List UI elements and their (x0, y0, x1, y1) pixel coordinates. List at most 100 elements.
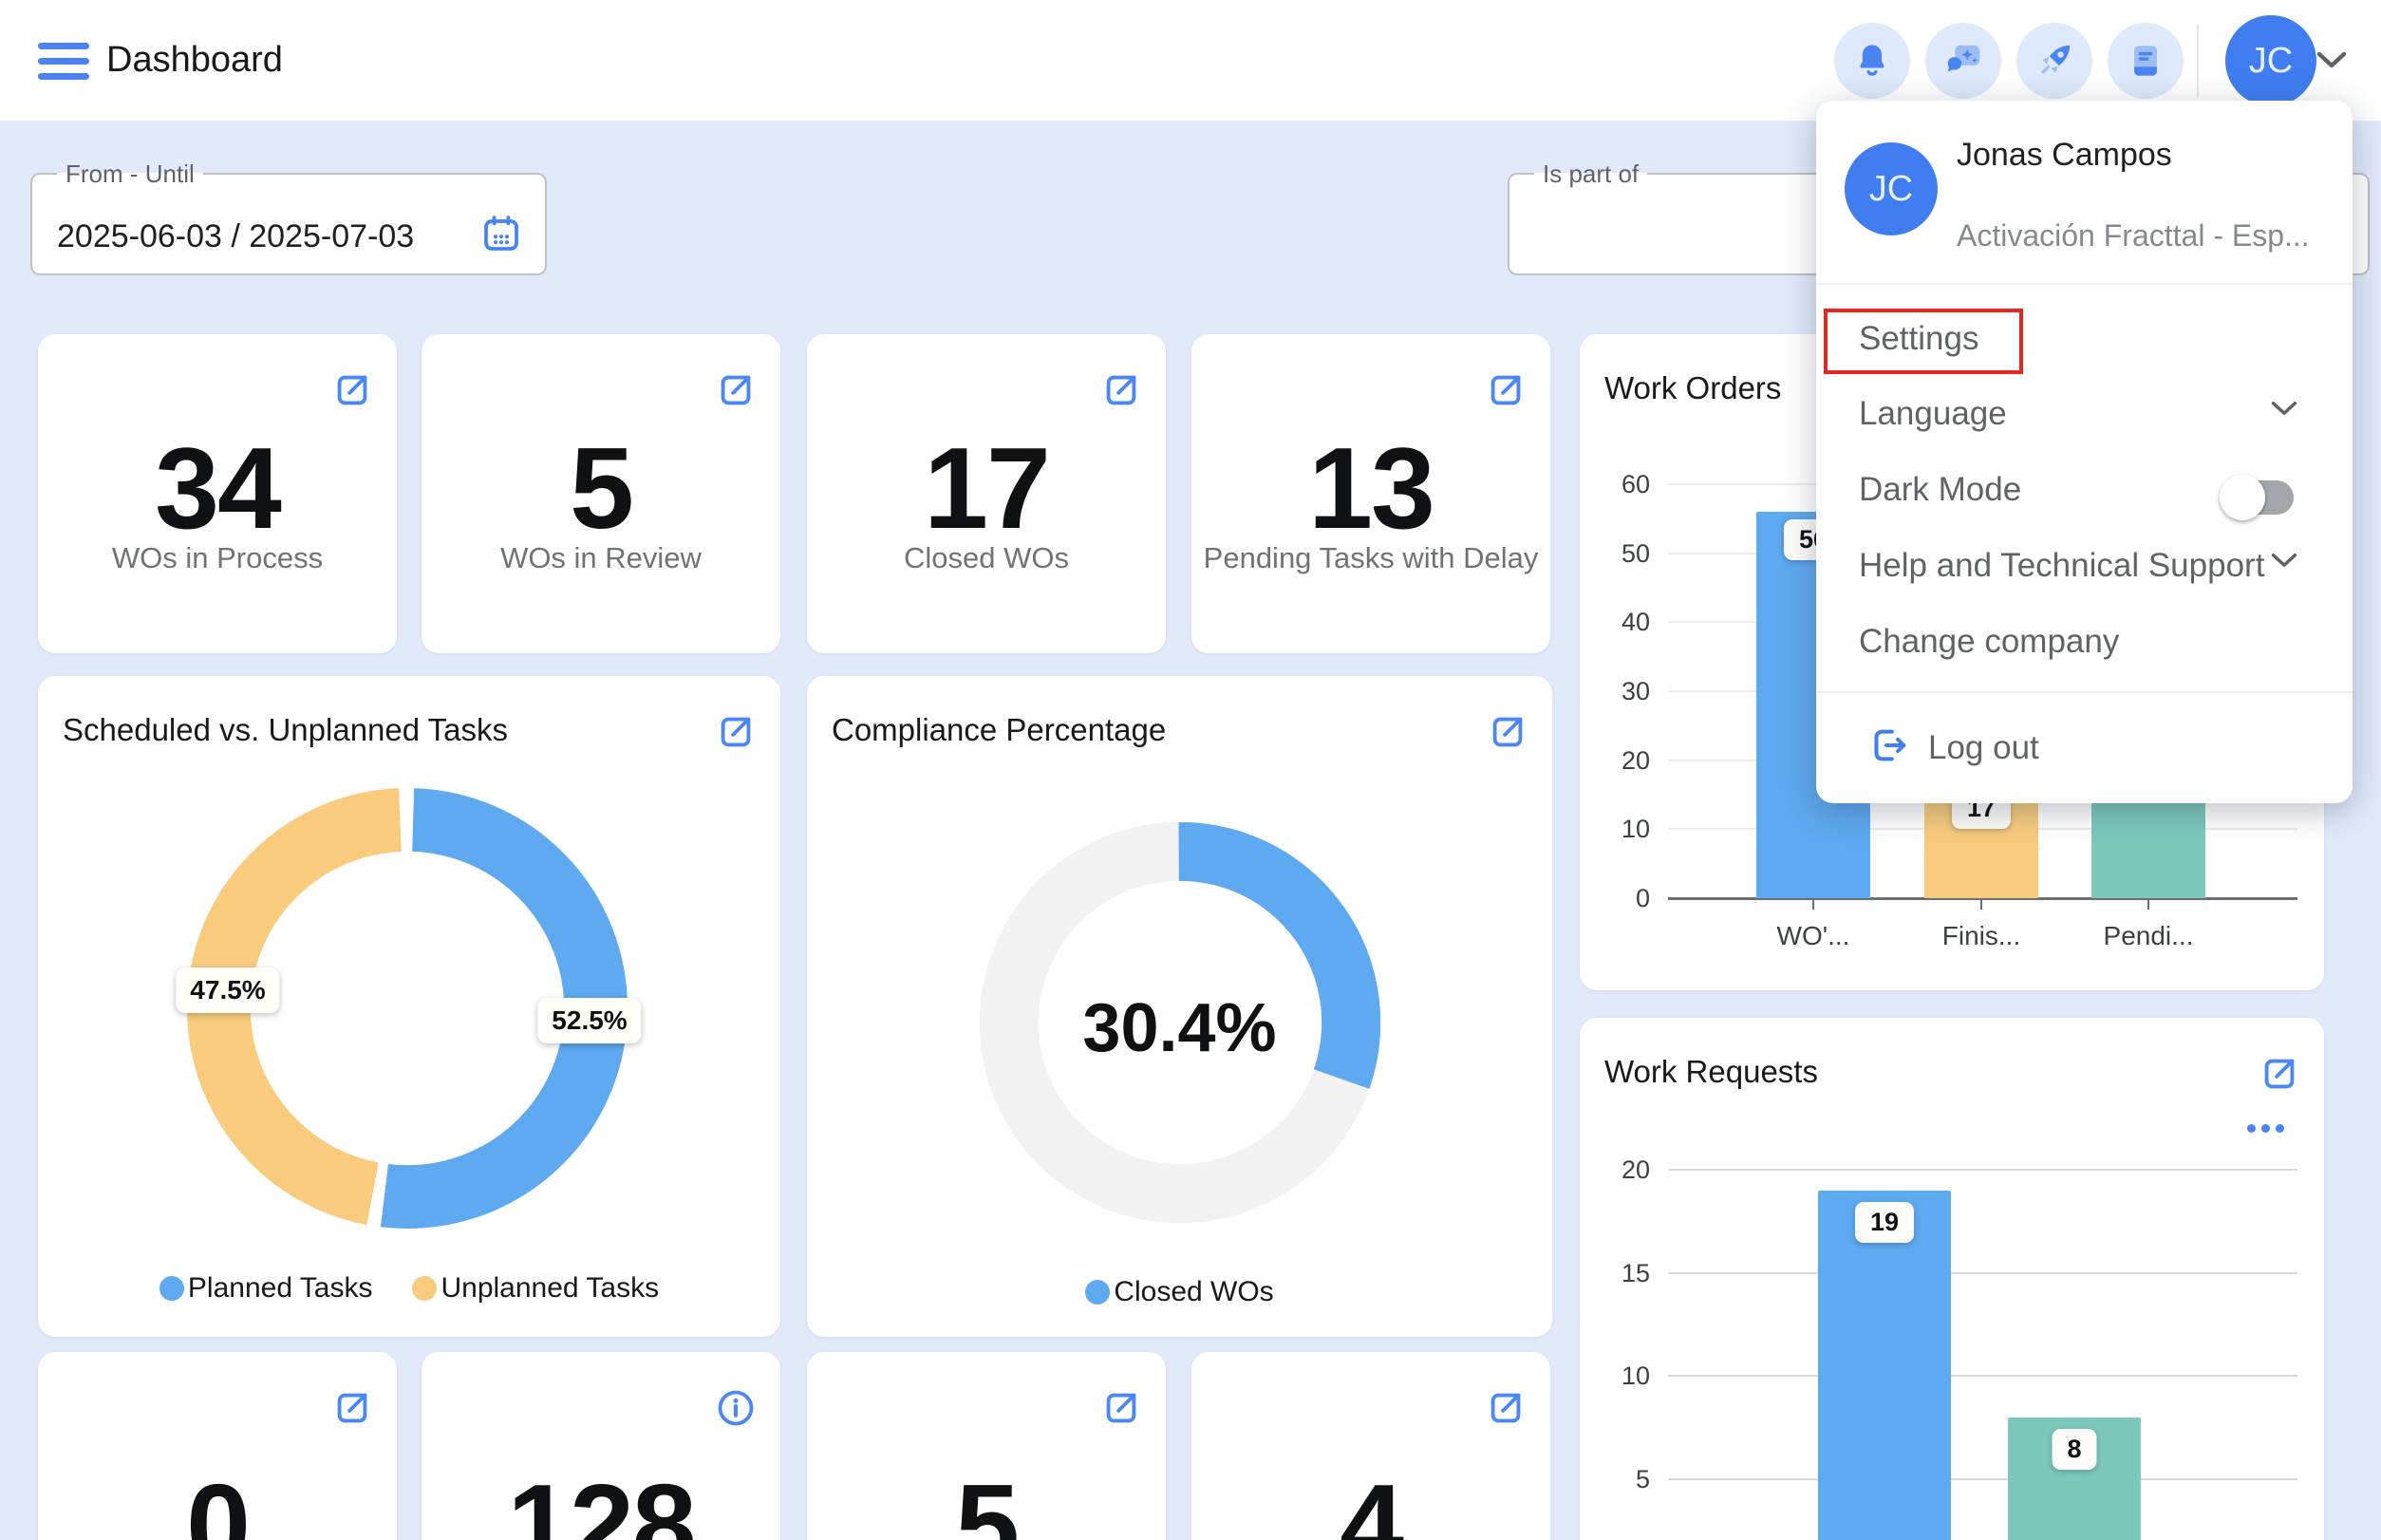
user-company: Activación Fracttal - Esp... (1957, 218, 2310, 254)
donut-value-badge: 47.5% (176, 967, 279, 1013)
kpi-card-wos-in-process[interactable]: 34 WOs in Process (38, 334, 397, 653)
menu-divider (1816, 691, 2353, 693)
kpi-card-wos-in-review[interactable]: 5 WOs in Review (422, 334, 780, 653)
info-icon[interactable] (714, 1386, 758, 1430)
gridline (1668, 1478, 2297, 1480)
external-link-icon[interactable] (1486, 710, 1529, 754)
logout-label: Log out (1928, 729, 2039, 767)
bar-value-badge: 8 (2052, 1429, 2096, 1470)
external-link-icon[interactable] (1484, 1386, 1528, 1430)
book-icon (2125, 40, 2166, 82)
kpi-card-bottom-3[interactable]: 5 (807, 1352, 1166, 1540)
gridline (1668, 1272, 2297, 1274)
menu-item-language[interactable]: Language (1816, 374, 2353, 450)
external-link-icon[interactable] (714, 368, 758, 412)
compliance-percentage-card: Compliance Percentage 30.4% Closed WOs (807, 676, 1552, 1337)
kpi-card-pending-tasks[interactable]: 13 Pending Tasks with Delay (1191, 334, 1550, 653)
kpi-card-bottom-4[interactable]: 4 (1191, 1352, 1550, 1540)
chart-title: Compliance Percentage (832, 712, 1166, 748)
y-axis-tick-label: 10 (1584, 1362, 1650, 1391)
y-axis-tick-label: 50 (1584, 539, 1650, 569)
external-link-icon[interactable] (1484, 368, 1528, 412)
x-axis-label: WO'... (1777, 921, 1850, 951)
page-title: Dashboard (106, 40, 283, 81)
ai-chat-icon (1941, 39, 1985, 83)
menu-item-logout[interactable]: Log out (1816, 708, 2353, 784)
menu-item-change-company[interactable]: Change company (1816, 602, 2353, 678)
kpi-value: 128 (422, 1458, 780, 1540)
logout-icon (1865, 723, 1909, 772)
x-axis-label: Pendi... (2104, 921, 2194, 951)
date-range-field[interactable]: From - Until 2025-06-03 / 2025-07-03 (30, 161, 547, 275)
scheduled-vs-unplanned-card: Scheduled vs. Unplanned Tasks 47.5% 52.5… (38, 676, 780, 1337)
header-divider (2197, 25, 2199, 97)
legend-item-unplanned[interactable]: Unplanned Tasks (412, 1272, 659, 1305)
external-link-icon[interactable] (330, 368, 374, 412)
kpi-label: WOs in Review (422, 541, 780, 575)
toggle-knob (2220, 475, 2265, 520)
bar-value-badge: 19 (1855, 1202, 1914, 1243)
knowledge-base-button[interactable] (2108, 23, 2184, 99)
external-link-icon[interactable] (1099, 1386, 1143, 1430)
ai-chat-button[interactable] (1925, 23, 2001, 99)
gridline (1668, 1375, 2297, 1377)
chevron-down-icon (2271, 401, 2297, 421)
whats-new-button[interactable] (2016, 23, 2092, 99)
external-link-icon[interactable] (330, 1386, 374, 1430)
legend-item-planned[interactable]: Planned Tasks (159, 1272, 373, 1305)
dark-mode-toggle[interactable] (2225, 480, 2294, 515)
y-axis-tick-label: 0 (1584, 884, 1650, 913)
kpi-value: 13 (1191, 422, 1550, 554)
notifications-bell-button[interactable] (1834, 23, 1910, 99)
legend-dot (412, 1276, 437, 1301)
work-requests-chart[interactable]: 2015105198 (1580, 1018, 2324, 1540)
chart-legend: Planned Tasks Unplanned Tasks (38, 1272, 780, 1305)
kpi-value: 17 (807, 422, 1166, 554)
x-axis-tick (1980, 898, 1982, 910)
menu-item-label: Help and Technical Support (1859, 547, 2264, 585)
kpi-value: 5 (807, 1458, 1166, 1540)
kpi-label: Pending Tasks with Delay (1191, 541, 1550, 575)
date-range-label: From - Until (57, 161, 203, 186)
kpi-label: WOs in Process (38, 541, 397, 575)
rocket-icon (2033, 39, 2076, 83)
kpi-card-bottom-2[interactable]: 128 (422, 1352, 780, 1540)
chart-legend: Closed WOs (807, 1276, 1552, 1308)
legend-label: Planned Tasks (188, 1272, 373, 1305)
legend-dot (159, 1276, 184, 1301)
bell-icon (1851, 40, 1893, 82)
bar-work-requests-0[interactable] (1818, 1191, 1951, 1540)
external-link-icon[interactable] (1099, 368, 1143, 412)
menu-divider (1816, 283, 2353, 285)
x-axis-label: Finis... (1942, 921, 2020, 951)
external-link-icon[interactable] (714, 710, 758, 754)
avatar: JC (1845, 142, 1938, 235)
y-axis-tick-label: 15 (1584, 1259, 1650, 1288)
chevron-down-icon[interactable] (2316, 51, 2347, 73)
calendar-icon (478, 211, 524, 256)
legend-dot (1085, 1280, 1110, 1305)
y-axis-tick-label: 10 (1584, 815, 1650, 844)
kpi-card-closed-wos[interactable]: 17 Closed WOs (807, 334, 1166, 653)
work-requests-card: Work Requests 2015105198 (1580, 1018, 2324, 1540)
calendar-button[interactable] (478, 211, 524, 256)
kpi-card-bottom-1[interactable]: 0 (38, 1352, 397, 1540)
is-part-of-label: Is part of (1534, 161, 1647, 186)
kpi-value: 5 (422, 422, 780, 554)
y-axis-tick-label: 20 (1584, 1155, 1650, 1185)
menu-item-label: Dark Mode (1859, 471, 2021, 509)
user-avatar[interactable]: JC (2225, 15, 2316, 106)
menu-item-label: Change company (1859, 623, 2119, 661)
legend-label: Unplanned Tasks (441, 1272, 659, 1305)
y-axis-tick-label: 30 (1584, 677, 1650, 706)
user-menu-popup: JC Jonas Campos Activación Fracttal - Es… (1816, 101, 2353, 803)
hamburger-menu-icon[interactable] (38, 43, 89, 81)
legend-item-closed-wos[interactable]: Closed WOs (1085, 1276, 1273, 1308)
user-name: Jonas Campos (1957, 137, 2172, 174)
menu-item-help-support[interactable]: Help and Technical Support (1816, 526, 2353, 602)
menu-item-dark-mode[interactable]: Dark Mode (1816, 450, 2353, 526)
compliance-value: 30.4% (807, 989, 1552, 1067)
date-range-value: 2025-06-03 / 2025-07-03 (57, 218, 414, 255)
kpi-value: 4 (1191, 1458, 1550, 1540)
y-axis-tick-label: 60 (1584, 470, 1650, 499)
